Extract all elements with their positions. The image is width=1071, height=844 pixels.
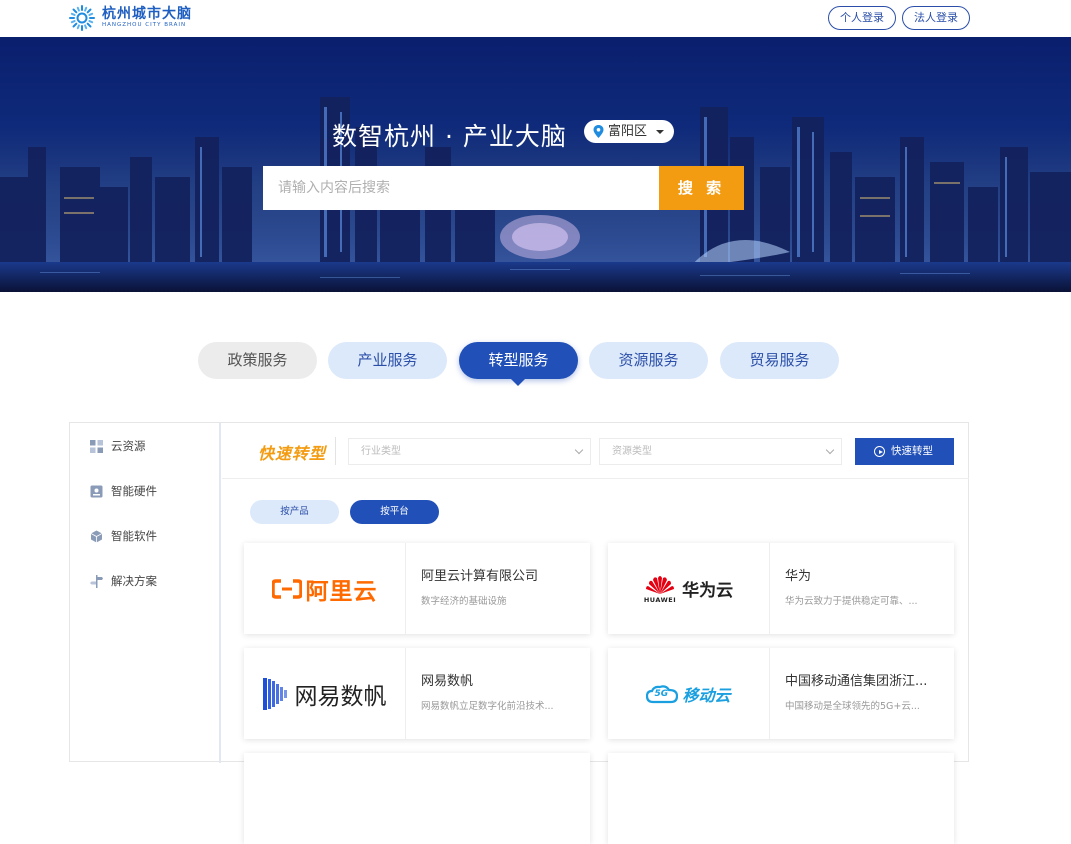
resource-type-placeholder: 资源类型: [612, 446, 652, 457]
hardware-icon: [90, 485, 103, 497]
sidebar-item-smart-software[interactable]: 智能软件: [90, 526, 157, 546]
netease-shufan-logo: 网易数帆: [244, 648, 406, 739]
city-brain-logo-icon: [69, 5, 95, 31]
play-circle-icon: [874, 446, 885, 457]
cube-icon: [90, 530, 103, 542]
filter-by-platform[interactable]: 按平台: [350, 500, 439, 524]
district-label: 富阳区: [608, 124, 648, 139]
provider-card-aliyun[interactable]: 阿里云 阿里云计算有限公司 数字经济的基础设施: [244, 543, 590, 634]
card-description: 网易数帆立足数字化前沿技术...: [421, 701, 554, 712]
sidebar-item-label: 智能软件: [111, 529, 157, 543]
aliyun-logo-text: 阿里云: [305, 578, 378, 605]
district-selector[interactable]: 富阳区: [584, 120, 674, 143]
filter-by-product[interactable]: 按产品: [250, 500, 339, 524]
personal-login-button[interactable]: 个人登录: [828, 6, 896, 30]
provider-card-next-row[interactable]: [244, 753, 590, 844]
search-button[interactable]: 搜 索: [659, 166, 744, 210]
huawei-logo-text: 华为云: [682, 581, 734, 601]
mobile-cloud-5g-icon: 5G: [646, 684, 679, 704]
industry-type-select[interactable]: 行业类型: [348, 438, 591, 465]
card-title: 网易数帆: [421, 674, 474, 689]
logo-title: 杭州城市大脑: [102, 6, 192, 23]
huawei-logo-sub: HUAWEI: [643, 595, 677, 604]
city-brain-logo[interactable]: 杭州城市大脑 HANGZHOU CITY BRAIN: [68, 4, 192, 32]
quick-transform-button-label: 快速转型: [891, 445, 933, 457]
tab-resource-service[interactable]: 资源服务: [589, 342, 708, 379]
sidebar-item-label: 智能硬件: [111, 484, 157, 498]
main-content: 快速转型 行业类型 资源类型 快速转型 按产品 按平台 阿里云 阿里云计算有限公…: [222, 423, 969, 844]
category-sidebar: 云资源 智能硬件 智能软件 解决方案: [70, 423, 221, 763]
tab-industry-service[interactable]: 产业服务: [328, 342, 447, 379]
resource-type-select[interactable]: 资源类型: [599, 438, 842, 465]
quick-transform-title: 快速转型: [258, 444, 327, 463]
sidebar-item-smart-hardware[interactable]: 智能硬件: [90, 481, 157, 501]
aliyun-logo: 阿里云: [244, 543, 406, 634]
top-bar: 杭州城市大脑 HANGZHOU CITY BRAIN 个人登录 法人登录: [0, 0, 1071, 37]
provider-card-china-mobile[interactable]: 5G 移动云 中国移动通信集团浙江... 中国移动是全球领先的5G+云...: [608, 648, 954, 739]
sidebar-item-label: 解决方案: [111, 574, 157, 588]
banner-title: 数智杭州 · 产业大脑: [332, 122, 567, 151]
sidebar-item-cloud-resource[interactable]: 云资源: [90, 436, 146, 456]
provider-card-netease-shufan[interactable]: 网易数帆 网易数帆 网易数帆立足数字化前沿技术...: [244, 648, 590, 739]
card-description: 数字经济的基础设施: [421, 596, 507, 607]
industry-type-placeholder: 行业类型: [361, 446, 401, 457]
mobile-cloud-logo: 5G 移动云: [608, 648, 770, 739]
provider-card-next-row[interactable]: [608, 753, 954, 844]
netease-shufan-icon: [262, 677, 287, 710]
aliyun-bracket-icon: [271, 578, 302, 599]
tab-policy-service[interactable]: 政策服务: [198, 342, 317, 379]
card-title: 中国移动通信集团浙江...: [785, 674, 928, 689]
search-input[interactable]: [263, 166, 659, 210]
hero-banner: 数智杭州 · 产业大脑 富阳区 搜 索: [0, 37, 1071, 292]
huawei-petal-icon: [645, 575, 674, 594]
huawei-cloud-logo: HUAWEI 华为云: [608, 543, 770, 634]
filter-toolbar: 快速转型 行业类型 资源类型 快速转型: [222, 423, 969, 479]
toolbar-divider: [335, 437, 336, 465]
city-skyline-background: [0, 97, 1071, 292]
logo-text: 杭州城市大脑 HANGZHOU CITY BRAIN: [102, 7, 192, 29]
chevron-down-icon: [825, 445, 835, 455]
card-title: 华为: [785, 569, 812, 584]
sidebar-item-label: 云资源: [111, 439, 146, 453]
card-title: 阿里云计算有限公司: [421, 569, 539, 584]
grid-icon: [90, 439, 103, 453]
card-description: 华为云致力于提供稳定可靠、...: [785, 596, 918, 607]
logo-subtitle: HANGZHOU CITY BRAIN: [102, 22, 187, 29]
mobile-cloud-5g-text: 5G: [654, 688, 669, 699]
tab-transformation-service[interactable]: 转型服务: [459, 342, 578, 379]
content-panel: 云资源 智能硬件 智能软件 解决方案 快速转型 行业类型 资源类型 快速转型 按…: [69, 422, 969, 844]
chevron-down-icon: [574, 445, 584, 455]
mobile-cloud-logo-text: 移动云: [682, 685, 731, 705]
provider-card-huawei[interactable]: HUAWEI 华为云 华为 华为云致力于提供稳定可靠、...: [608, 543, 954, 634]
active-tab-pointer: [510, 378, 526, 386]
sidebar-item-solutions[interactable]: 解决方案: [90, 571, 157, 591]
netease-shufan-logo-text: 网易数帆: [294, 683, 387, 710]
tab-trade-service[interactable]: 贸易服务: [720, 342, 839, 379]
legal-person-login-button[interactable]: 法人登录: [902, 6, 970, 30]
chevron-down-icon: [656, 130, 664, 134]
card-description: 中国移动是全球领先的5G+云...: [785, 701, 920, 712]
signpost-icon: [90, 574, 103, 588]
quick-transform-button[interactable]: 快速转型: [855, 438, 954, 465]
location-pin-icon: [593, 125, 604, 138]
